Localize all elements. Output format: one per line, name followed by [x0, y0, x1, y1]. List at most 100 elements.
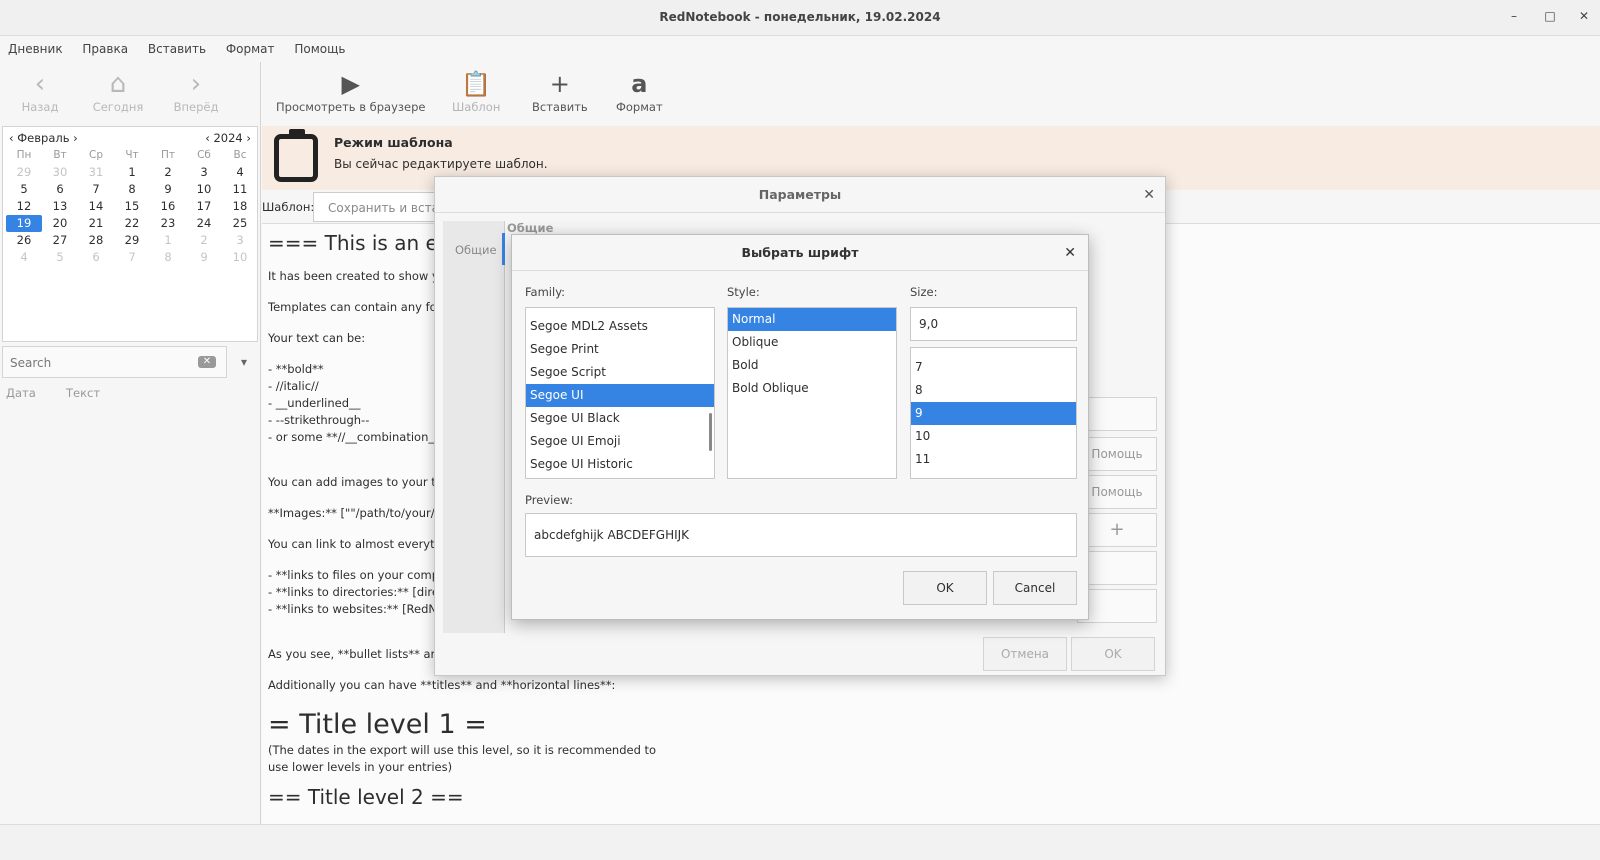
calendar-day[interactable]: 15: [114, 198, 150, 215]
style-item[interactable]: Bold Oblique: [728, 377, 896, 400]
calendar-day[interactable]: 2: [150, 164, 186, 181]
size-input[interactable]: 9,0: [910, 307, 1077, 341]
calendar-day[interactable]: 10: [222, 249, 258, 266]
forward-button[interactable]: › Вперёд: [156, 68, 236, 114]
maximize-icon[interactable]: □: [1540, 9, 1560, 27]
menu-insert[interactable]: Вставить: [140, 36, 206, 56]
calendar-day[interactable]: 28: [78, 232, 114, 249]
calendar-day[interactable]: 30: [42, 164, 78, 181]
calendar-day[interactable]: 5: [42, 249, 78, 266]
help-button[interactable]: Помощь: [1077, 437, 1157, 471]
calendar-day[interactable]: 29: [6, 164, 42, 181]
scrollbar[interactable]: [709, 413, 712, 451]
calendar-day[interactable]: 12: [6, 198, 42, 215]
size-item[interactable]: 7: [911, 356, 1076, 379]
format-button[interactable]: a Формат: [616, 68, 663, 114]
family-item[interactable]: Segoe Script: [526, 361, 714, 384]
calendar-day[interactable]: 23: [150, 215, 186, 232]
search-field[interactable]: Search ✕: [2, 346, 227, 378]
close-icon[interactable]: ✕: [1143, 187, 1155, 203]
calendar-day[interactable]: 4: [6, 249, 42, 266]
calendar-day[interactable]: 7: [78, 181, 114, 198]
family-item[interactable]: Segoe UI Black: [526, 407, 714, 430]
calendar-day[interactable]: 20: [42, 215, 78, 232]
calendar-day[interactable]: 10: [186, 181, 222, 198]
preview-button[interactable]: ▶ Просмотреть в браузере: [276, 68, 425, 114]
calendar-day[interactable]: 11: [222, 181, 258, 198]
back-button[interactable]: ‹ Назад: [0, 68, 80, 114]
close-icon[interactable]: ✕: [1064, 245, 1076, 261]
cancel-button[interactable]: Cancel: [993, 571, 1077, 605]
calendar-day[interactable]: 31: [78, 164, 114, 181]
close-icon[interactable]: ✕: [1574, 9, 1594, 27]
calendar-day[interactable]: 3: [222, 232, 258, 249]
size-item[interactable]: 11: [911, 448, 1076, 471]
calendar-day[interactable]: 19: [6, 215, 42, 232]
insert-button[interactable]: + Вставить: [532, 68, 588, 114]
help-button[interactable]: Помощь: [1077, 475, 1157, 509]
calendar-day[interactable]: 17: [186, 198, 222, 215]
menu-help[interactable]: Помощь: [286, 36, 345, 56]
menu-journal[interactable]: Дневник: [0, 36, 63, 56]
style-item[interactable]: Oblique: [728, 331, 896, 354]
calendar-day[interactable]: 9: [186, 249, 222, 266]
calendar-day[interactable]: 27: [42, 232, 78, 249]
family-item[interactable]: Segoe UI Emoji: [526, 430, 714, 453]
size-list[interactable]: 7 8 9 10 11: [910, 347, 1077, 479]
style-list[interactable]: Normal Oblique Bold Bold Oblique: [727, 307, 897, 479]
calendar-day[interactable]: 24: [186, 215, 222, 232]
search-input[interactable]: Search: [10, 356, 51, 370]
settings-field[interactable]: [1077, 397, 1157, 431]
calendar-month[interactable]: ‹ Февраль ›: [9, 131, 78, 145]
calendar-day[interactable]: 9: [150, 181, 186, 198]
family-item[interactable]: Segoe UI: [526, 384, 714, 407]
calendar-day[interactable]: 26: [6, 232, 42, 249]
menu-edit[interactable]: Правка: [74, 36, 128, 56]
calendar-day[interactable]: 22: [114, 215, 150, 232]
size-item[interactable]: 9: [911, 402, 1076, 425]
minimize-icon[interactable]: –: [1504, 9, 1524, 27]
calendar-day[interactable]: 8: [150, 249, 186, 266]
today-button[interactable]: ⌂ Сегодня: [78, 68, 158, 114]
calendar-day[interactable]: 1: [150, 232, 186, 249]
family-item[interactable]: Segoe MDL2 Assets: [526, 315, 714, 338]
family-list[interactable]: Segoe MDL2 Assets Segoe Print Segoe Script…: [525, 307, 715, 479]
sidebar-item-general[interactable]: Общие: [455, 243, 497, 257]
family-item[interactable]: Segoe Print: [526, 338, 714, 361]
calendar-day[interactable]: 6: [78, 249, 114, 266]
calendar-day[interactable]: 29: [114, 232, 150, 249]
cancel-button[interactable]: Отмена: [983, 637, 1067, 671]
settings-field[interactable]: [1077, 589, 1157, 623]
calendar-day[interactable]: 21: [78, 215, 114, 232]
calendar-day[interactable]: 25: [222, 215, 258, 232]
ok-button[interactable]: OK: [1071, 637, 1155, 671]
search-dropdown-icon[interactable]: ▾: [230, 346, 258, 378]
calendar-day[interactable]: 18: [222, 198, 258, 215]
calendar-day[interactable]: 16: [150, 198, 186, 215]
style-item[interactable]: Normal: [728, 308, 896, 331]
calendar-day[interactable]: 7: [114, 249, 150, 266]
calendar-day[interactable]: 14: [78, 198, 114, 215]
calendar-day[interactable]: 8: [114, 181, 150, 198]
column-text[interactable]: Текст: [66, 386, 100, 400]
ok-button[interactable]: OK: [903, 571, 987, 605]
calendar-year[interactable]: ‹ 2024 ›: [205, 131, 251, 145]
calendar-day[interactable]: 13: [42, 198, 78, 215]
style-item[interactable]: Bold: [728, 354, 896, 377]
calendar-day[interactable]: 5: [6, 181, 42, 198]
size-item[interactable]: 8: [911, 379, 1076, 402]
clear-icon[interactable]: ✕: [198, 356, 216, 368]
plus-icon[interactable]: +: [1077, 513, 1157, 547]
calendar-day[interactable]: 2: [186, 232, 222, 249]
family-item[interactable]: Segoe UI Historic: [526, 453, 714, 476]
calendar-day[interactable]: 6: [42, 181, 78, 198]
settings-field[interactable]: [1077, 551, 1157, 585]
size-item[interactable]: 10: [911, 425, 1076, 448]
calendar-day[interactable]: 1: [114, 164, 150, 181]
calendar-day[interactable]: 3: [186, 164, 222, 181]
template-button[interactable]: 📋 Шаблон: [452, 68, 500, 114]
column-date[interactable]: Дата: [6, 386, 36, 400]
menu-format[interactable]: Формат: [218, 36, 275, 56]
preview-field[interactable]: abcdefghijk ABCDEFGHIJK: [525, 513, 1077, 557]
calendar-day[interactable]: 4: [222, 164, 258, 181]
